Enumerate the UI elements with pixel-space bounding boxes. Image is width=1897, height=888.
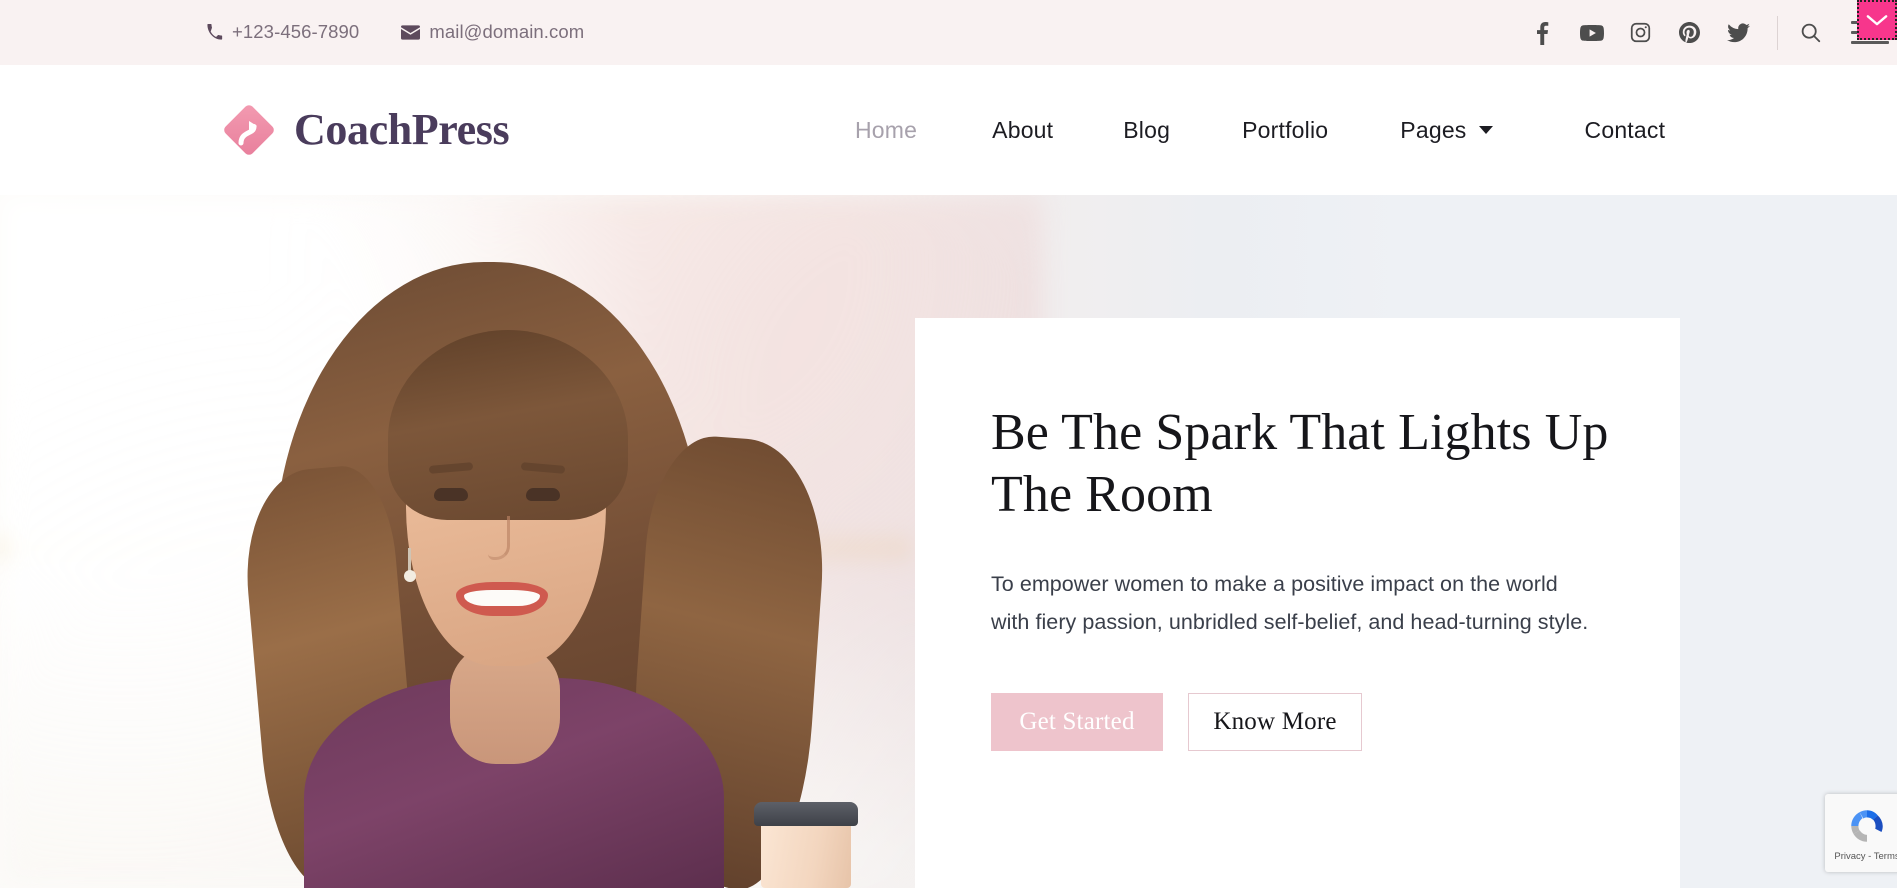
email-address: mail@domain.com (429, 21, 585, 43)
recaptcha-badge[interactable]: Privacy - Terms (1825, 794, 1897, 872)
cup-body (761, 818, 851, 888)
hero-cta-group: Get Started Know More (991, 692, 1680, 751)
recaptcha-logo-icon (1846, 805, 1888, 847)
hero-photo-woman (237, 248, 858, 888)
phone-icon (206, 24, 223, 41)
social-links (1518, 0, 1763, 65)
cup-lid (754, 802, 858, 826)
search-icon[interactable] (1789, 0, 1831, 65)
hero-subtitle: To empower women to make a positive impa… (991, 571, 1589, 634)
site-header: CoachPress Home About Blog Portfolio Pag… (0, 65, 1897, 195)
nav-item-blog[interactable]: Blog (1123, 117, 1170, 144)
chevron-down-icon[interactable] (1857, 0, 1897, 40)
nav-item-contact[interactable]: Contact (1585, 117, 1666, 144)
email-link[interactable]: mail@domain.com (401, 23, 584, 42)
youtube-icon[interactable] (1567, 0, 1616, 65)
nav-item-pages[interactable]: Pages (1400, 116, 1493, 144)
teeth (464, 590, 540, 606)
nav-item-portfolio[interactable]: Portfolio (1242, 117, 1328, 144)
twitter-icon[interactable] (1714, 0, 1763, 65)
phone-number: +123-456-7890 (232, 21, 360, 43)
nav-label: Home (855, 116, 918, 143)
facebook-icon[interactable] (1518, 0, 1567, 65)
diamond-arrow-logo-icon (218, 99, 280, 161)
eye-left (434, 488, 468, 501)
phone-link[interactable]: +123-456-7890 (206, 23, 359, 42)
hero-content-card: Be The Spark That Lights Up The Room To … (915, 318, 1680, 888)
pinterest-icon[interactable] (1665, 0, 1714, 65)
hero-section: Be The Spark That Lights Up The Room To … (0, 195, 1897, 888)
nose (488, 516, 510, 560)
nav-item-home[interactable]: Home (855, 117, 917, 144)
instagram-icon[interactable] (1616, 0, 1665, 65)
toolbar-divider (1777, 15, 1778, 50)
hero-title: Be The Spark That Lights Up The Room (991, 404, 1609, 524)
nav-item-about[interactable]: About (992, 117, 1053, 144)
nav-label: Pages (1400, 116, 1467, 143)
nav-label: About (992, 116, 1054, 143)
get-started-button[interactable]: Get Started (991, 692, 1163, 751)
nav-label: Contact (1584, 116, 1666, 143)
logo-wordmark: CoachPress (294, 105, 510, 154)
earring (404, 548, 416, 588)
top-bar: +123-456-7890 mail@domain.com (0, 0, 1897, 65)
coffee-cup (754, 802, 858, 888)
envelope-icon (401, 25, 421, 40)
chevron-down-icon (1478, 126, 1493, 134)
know-more-button[interactable]: Know More (1188, 692, 1362, 751)
nav-label: Blog (1123, 116, 1171, 143)
site-logo[interactable]: CoachPress (218, 99, 510, 161)
top-bar-actions (1518, 0, 1897, 65)
eye-right (526, 488, 560, 501)
main-navigation: Home About Blog Portfolio Pages Contact (855, 117, 1665, 144)
burger-line (1851, 41, 1889, 44)
recaptcha-privacy-terms[interactable]: Privacy - Terms (1834, 851, 1897, 862)
top-bar-contact-group: +123-456-7890 mail@domain.com (206, 23, 584, 42)
mouth-smile (456, 582, 548, 616)
nav-label: Portfolio (1242, 116, 1329, 143)
